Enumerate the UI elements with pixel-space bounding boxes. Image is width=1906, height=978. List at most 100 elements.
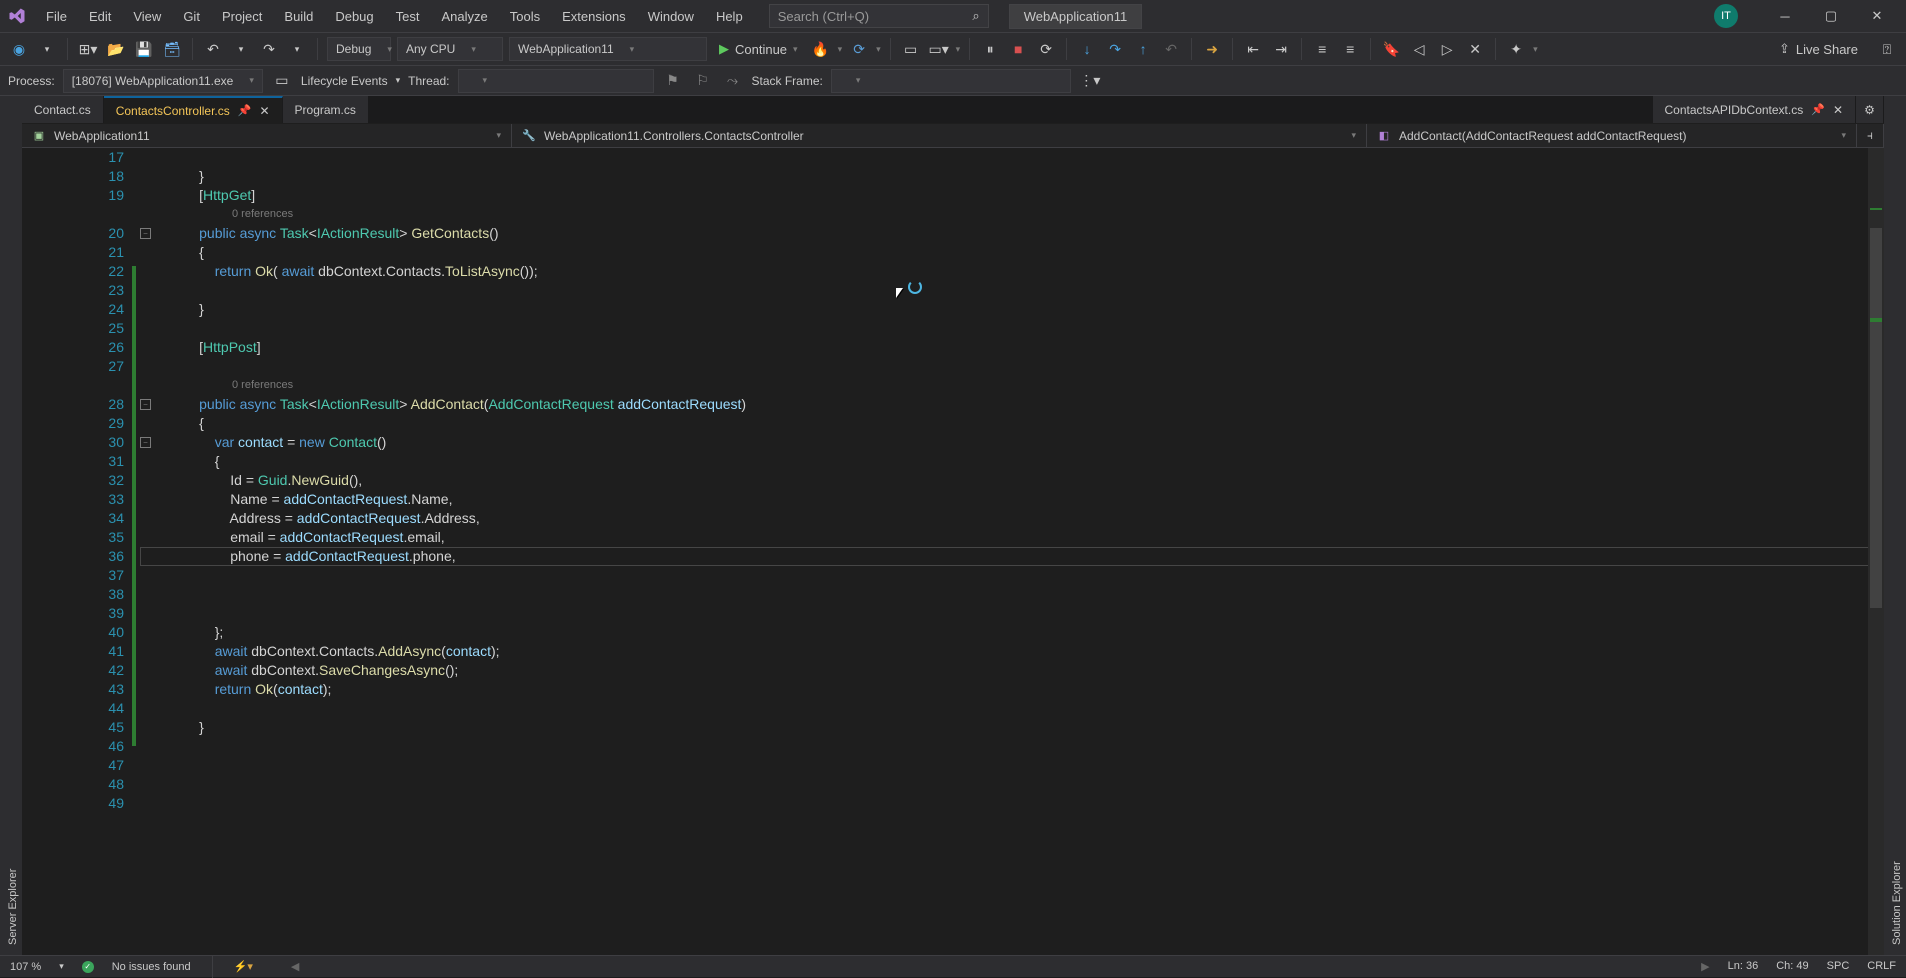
indent-mode[interactable]: SPC — [1827, 960, 1850, 973]
browser-link-icon[interactable]: ▭ — [900, 38, 922, 60]
bookmark-prev-icon[interactable]: ◁ — [1408, 38, 1430, 60]
nav-back-icon[interactable]: ◉ — [8, 38, 30, 60]
process-label: Process: — [8, 74, 55, 88]
save-icon[interactable]: 💾 — [133, 38, 155, 60]
zoom-level[interactable]: 107 % — [10, 961, 41, 973]
menu-git[interactable]: Git — [173, 5, 210, 28]
hscroll-right-icon[interactable]: ▶ — [1701, 960, 1709, 973]
tab-program-cs[interactable]: Program.cs — [283, 96, 369, 123]
tab-contactscontroller-cs[interactable]: ContactsController.cs📌✕ — [104, 96, 283, 123]
member-nav-combo[interactable]: ◧ AddContact(AddContactRequest addContac… — [1367, 124, 1857, 147]
editor-scrollbar[interactable] — [1868, 148, 1884, 959]
overflow-icon[interactable]: ⋮▾ — [1079, 70, 1101, 92]
menu-view[interactable]: View — [123, 5, 171, 28]
close-tab-icon[interactable]: ✕ — [1833, 103, 1843, 117]
menu-analyze[interactable]: Analyze — [431, 5, 497, 28]
step-back-icon[interactable]: ↶ — [1160, 38, 1182, 60]
startup-project-combo[interactable]: WebApplication11▾ — [509, 37, 707, 61]
continue-button[interactable]: ▶Continue▾ — [713, 41, 804, 57]
nav-fwd-dropdown[interactable]: ▾ — [36, 38, 58, 60]
bookmark-icon[interactable]: 🔖 — [1380, 38, 1402, 60]
show-next-statement-icon[interactable]: ➜ — [1201, 38, 1223, 60]
redo-icon[interactable]: ↷ — [258, 38, 280, 60]
split-editor-button[interactable]: ⫞ — [1857, 124, 1884, 147]
redo-dropdown[interactable]: ▾ — [286, 38, 308, 60]
comment-icon[interactable]: ≡ — [1311, 38, 1333, 60]
step-into-icon[interactable]: ↓ — [1076, 38, 1098, 60]
solution-title: WebApplication11 — [1009, 4, 1143, 29]
tab-contactsapidbcontext-cs[interactable]: ContactsAPIDbContext.cs📌✕ — [1653, 96, 1857, 123]
menu-debug[interactable]: Debug — [325, 5, 383, 28]
save-all-icon[interactable]: 🗃 — [161, 38, 183, 60]
feedback-icon[interactable]: ⍰ — [1876, 38, 1898, 60]
code-editor[interactable]: } [HttpGet]0 references public async Tas… — [140, 148, 1884, 959]
thread-combo[interactable]: ▾ — [458, 69, 654, 93]
menu-window[interactable]: Window — [638, 5, 704, 28]
menu-file[interactable]: File — [36, 5, 77, 28]
maximize-button[interactable]: ▢ — [1808, 0, 1854, 32]
pin-icon[interactable]: 📌 — [238, 104, 252, 117]
restart-icon[interactable]: ⟳ — [848, 38, 870, 60]
solution-explorer-tab[interactable]: Solution Explorer — [1888, 104, 1906, 951]
tab-overflow-gear[interactable]: ⚙ — [1856, 96, 1884, 123]
intellicode-icon[interactable]: ✦ — [1505, 38, 1527, 60]
menu-test[interactable]: Test — [386, 5, 430, 28]
indent-more-icon[interactable]: ⇥ — [1270, 38, 1292, 60]
close-button[interactable]: ✕ — [1854, 0, 1900, 32]
undo-icon[interactable]: ↶ — [202, 38, 224, 60]
flag-icon[interactable]: ⚑ — [662, 70, 684, 92]
search-box[interactable]: Search (Ctrl+Q) ⌕ — [769, 4, 989, 28]
lifecycle-icon[interactable]: ▭ — [271, 70, 293, 92]
menu-tools[interactable]: Tools — [500, 5, 550, 28]
configuration-combo[interactable]: Debug▾ — [327, 37, 391, 61]
open-file-icon[interactable]: 📂 — [105, 38, 127, 60]
hscroll-left-icon[interactable]: ◀ — [291, 960, 299, 973]
bookmark-clear-icon[interactable]: ✕ — [1464, 38, 1486, 60]
codelens-references[interactable]: 0 references — [168, 205, 1884, 224]
thread-label: Thread: — [408, 74, 449, 88]
caret-col[interactable]: Ch: 49 — [1776, 960, 1808, 973]
flag-off-icon[interactable]: ⚐ — [692, 70, 714, 92]
undo-dropdown[interactable]: ▾ — [230, 38, 252, 60]
live-share-button[interactable]: ⇪ Live Share — [1779, 41, 1858, 57]
browser-link2-icon[interactable]: ▭▾ — [928, 38, 950, 60]
tab-label: Program.cs — [295, 103, 356, 117]
new-item-icon[interactable]: ⊞▾ — [77, 38, 99, 60]
caret-line[interactable]: Ln: 36 — [1728, 960, 1759, 973]
thread-icon[interactable]: ⤳ — [722, 70, 744, 92]
menu-project[interactable]: Project — [212, 5, 272, 28]
tab-label: Contact.cs — [34, 103, 91, 117]
issues-status[interactable]: No issues found — [112, 961, 191, 973]
indent-less-icon[interactable]: ⇤ — [1242, 38, 1264, 60]
platform-combo[interactable]: Any CPU▾ — [397, 37, 503, 61]
line-ending[interactable]: CRLF — [1867, 960, 1896, 973]
class-nav-combo[interactable]: 🔧 WebApplication11.Controllers.ContactsC… — [512, 124, 1367, 147]
user-avatar[interactable]: IT — [1714, 4, 1738, 28]
restart-debug-icon[interactable]: ⟳ — [1035, 38, 1057, 60]
step-out-icon[interactable]: ↑ — [1132, 38, 1154, 60]
codelens-references[interactable]: 0 references — [168, 376, 1884, 395]
break-all-icon[interactable]: ⏸ — [979, 38, 1001, 60]
step-over-icon[interactable]: ↷ — [1104, 38, 1126, 60]
process-combo[interactable]: [18076] WebApplication11.exe▾ — [63, 69, 263, 93]
uncomment-icon[interactable]: ≡ — [1339, 38, 1361, 60]
play-icon: ▶ — [719, 41, 729, 57]
close-tab-icon[interactable]: ✕ — [259, 104, 269, 118]
menu-build[interactable]: Build — [274, 5, 323, 28]
stackframe-combo[interactable]: ▾ — [831, 69, 1071, 93]
pin-icon[interactable]: 📌 — [1811, 103, 1825, 116]
editor-area[interactable]: −−− 171819202122232425262728293031323334… — [22, 148, 1884, 959]
minimize-button[interactable]: ─ — [1762, 0, 1808, 32]
stop-debug-icon[interactable]: ■ — [1007, 38, 1029, 60]
server-explorer-tab[interactable]: Server Explorer — [4, 104, 22, 951]
bookmark-next-icon[interactable]: ▷ — [1436, 38, 1458, 60]
tab-contact-cs[interactable]: Contact.cs — [22, 96, 104, 123]
hot-reload-icon[interactable]: 🔥 — [810, 38, 832, 60]
editor-tab-strip: Contact.csContactsController.cs📌✕Program… — [22, 96, 1884, 124]
menu-help[interactable]: Help — [706, 5, 753, 28]
csharp-project-icon: ▣ — [32, 129, 46, 143]
project-nav-combo[interactable]: ▣ WebApplication11▾ — [22, 124, 512, 147]
menu-edit[interactable]: Edit — [79, 5, 121, 28]
menu-extensions[interactable]: Extensions — [552, 5, 636, 28]
lightbulb-icon[interactable]: ⚡▾ — [234, 960, 253, 973]
